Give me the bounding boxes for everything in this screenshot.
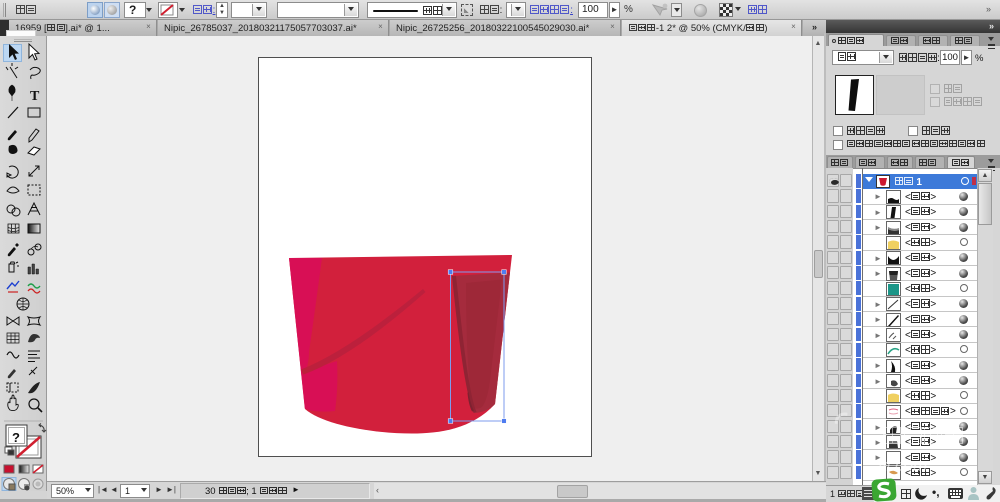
- svg-text:T: T: [30, 89, 40, 104]
- svg-text:?: ?: [12, 430, 20, 445]
